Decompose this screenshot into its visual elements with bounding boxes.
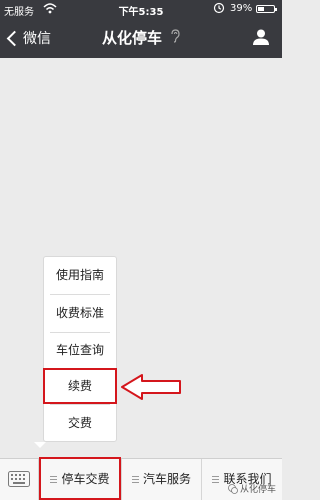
battery-fill — [258, 7, 264, 11]
submenu-item-guide[interactable]: 使用指南 — [44, 257, 116, 294]
menu-button-label: 汽车服务 — [142, 472, 191, 486]
watermark: 从化停车 — [228, 482, 276, 495]
submenu-item-parking-query[interactable]: 车位查询 — [44, 332, 116, 369]
battery-percent: 39% — [230, 3, 253, 14]
alarm-icon — [213, 2, 225, 17]
status-bar: 无服务 下午5:35 39% — [0, 0, 282, 18]
menu-lines-icon — [212, 476, 220, 483]
submenu-popup: 使用指南 收费标准 车位查询 续费 交费 — [43, 256, 117, 442]
submenu-item-fees[interactable]: 收费标准 — [44, 295, 116, 332]
submenu-item-pay[interactable]: 交费 — [44, 405, 116, 442]
popup-pointer — [34, 442, 46, 448]
wechat-logo-icon — [228, 483, 238, 494]
ear-icon — [170, 28, 180, 47]
profile-icon[interactable] — [252, 28, 270, 50]
arrow-left-icon — [120, 373, 184, 405]
nav-bar: 微信 从化停车 — [0, 18, 282, 58]
battery-icon — [256, 5, 277, 13]
title-wrap: 从化停车 — [0, 27, 282, 48]
menu-lines-icon — [131, 476, 139, 483]
parking-payment-highlight — [39, 457, 121, 500]
watermark-text: 从化停车 — [239, 485, 276, 495]
battery-nub — [275, 8, 277, 11]
page-title: 从化停车 — [101, 29, 162, 47]
keyboard-icon[interactable] — [8, 471, 30, 491]
renew-highlight — [43, 368, 117, 404]
menu-button-car-service[interactable]: 汽车服务 — [122, 459, 201, 500]
